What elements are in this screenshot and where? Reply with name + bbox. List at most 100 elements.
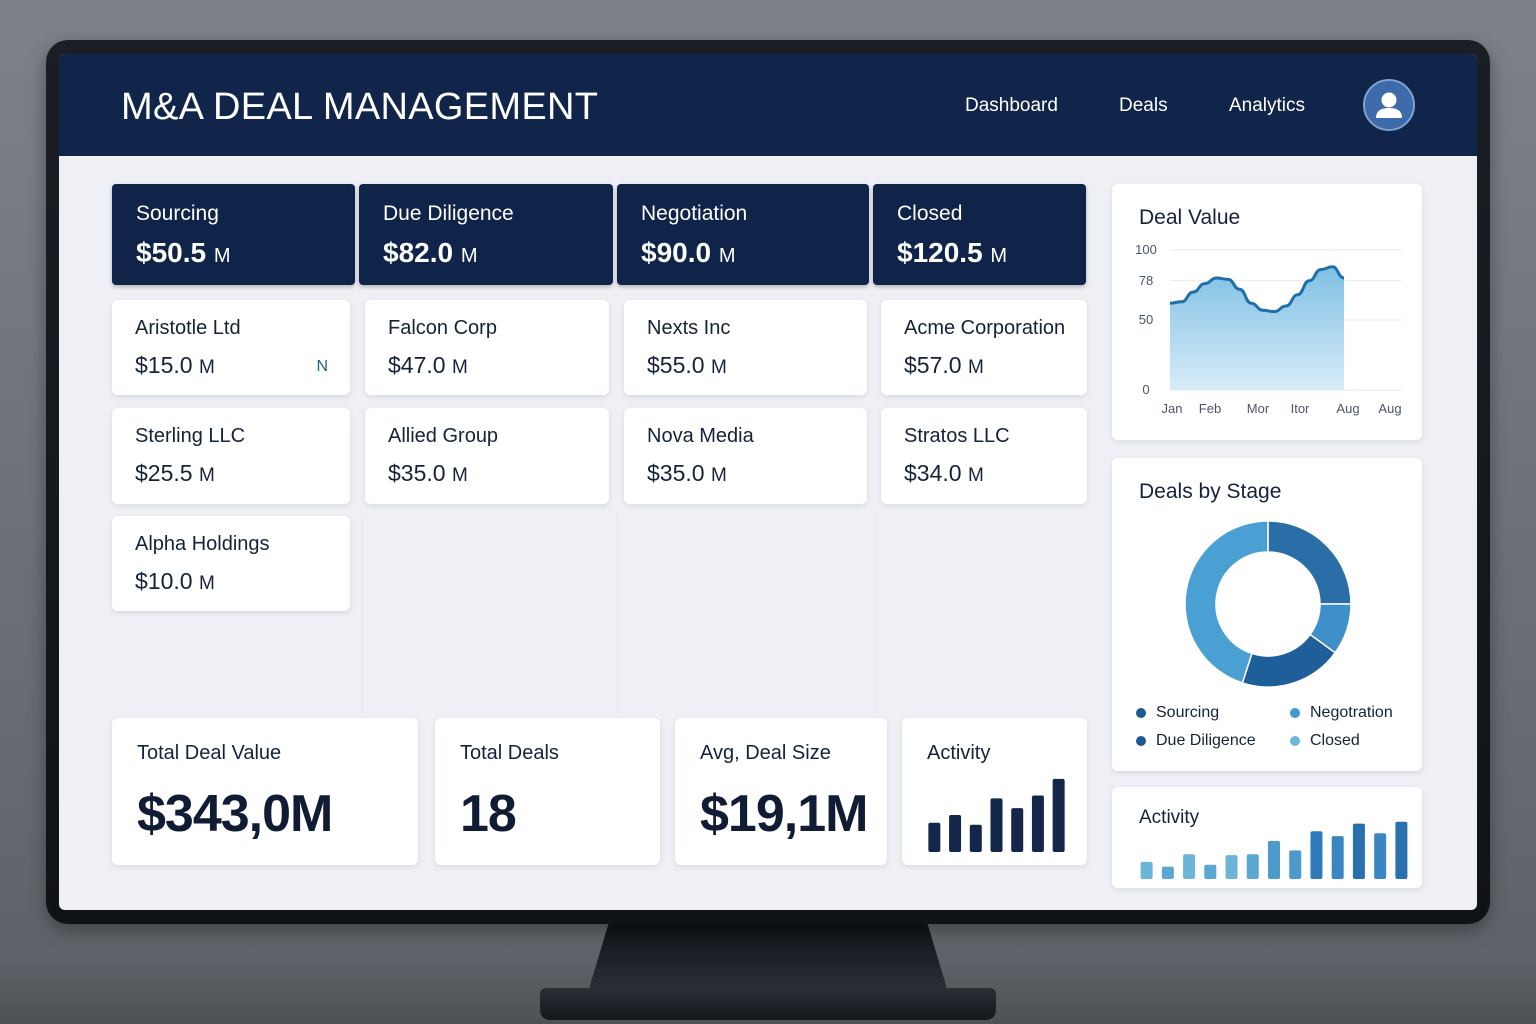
deal-name: Allied Group — [388, 425, 499, 447]
activity-bar — [928, 822, 941, 852]
deals-by-stage-title: Deals by Stage — [1139, 480, 1282, 503]
activity-bar — [969, 824, 982, 852]
activity-bar — [1246, 854, 1259, 879]
deal-card-acme-corporation[interactable]: Acme Corporation $57.0 M — [881, 300, 1087, 395]
deal-name: Nova Media — [647, 425, 754, 447]
deal-card-sterling-llc[interactable]: Sterling LLC $25.5 M — [112, 408, 350, 504]
deal-value: $25.5 M — [135, 460, 215, 486]
kpi-avg-deal-size: Avg, Deal Size $19,1M — [675, 718, 887, 865]
activity-bar — [1031, 795, 1044, 852]
stage-card-sourcing[interactable]: Sourcing $50.5 M — [112, 184, 355, 285]
activity-bar — [990, 798, 1003, 852]
deal-badge: N — [316, 358, 328, 375]
user-avatar[interactable] — [1363, 79, 1415, 131]
x-tick-label: Feb — [1199, 401, 1221, 416]
deal-name: Falcon Corp — [388, 317, 497, 339]
deal-name: Acme Corporation — [904, 317, 1066, 339]
deal-value: $57.0 M — [904, 352, 984, 378]
stage-name: Negotiation — [641, 202, 748, 225]
deal-card-nova-media[interactable]: Nova Media $35.0 M — [624, 408, 867, 504]
kpi-total-deals: Total Deals 18 — [435, 718, 660, 865]
kpi-label: Activity — [927, 742, 991, 764]
y-tick-label: 50 — [1139, 312, 1153, 327]
nav-analytics[interactable]: Analytics — [1229, 95, 1305, 117]
deal-value-title: Deal Value — [1139, 206, 1241, 229]
deal-card-stratos-llc[interactable]: Stratos LLC $34.0 M — [881, 408, 1087, 504]
deal-value-panel: Deal Value 100 78 50 0 Jan Feb Mor Itor Aug Aug — [1112, 184, 1422, 440]
activity-bar — [1204, 864, 1217, 879]
activity-bar — [1374, 833, 1387, 879]
deal-value: $15.0 M — [135, 352, 215, 378]
legend-dot — [1290, 736, 1300, 746]
y-tick-label: 78 — [1139, 273, 1153, 288]
deal-value: $55.0 M — [647, 352, 727, 378]
nav-deals[interactable]: Deals — [1119, 95, 1168, 117]
legend-dot — [1290, 708, 1300, 718]
stage-card-due-diligence[interactable]: Due Diligence $82.0 M — [359, 184, 613, 285]
screen: M&A DEAL MANAGEMENT Dashboard Deals Anal… — [59, 54, 1477, 910]
donut-slice-due-diligence — [1241, 633, 1337, 688]
y-tick-label: 0 — [1142, 382, 1149, 397]
stage-value: $120.5 M — [897, 237, 1008, 268]
stage-value: $50.5 M — [136, 237, 231, 268]
deal-value-area-chart: 100 78 50 0 Jan Feb Mor Itor Aug Aug — [1135, 242, 1402, 416]
column-divider — [362, 514, 363, 714]
x-tick-label: Aug — [1336, 401, 1359, 416]
legend-closed: Closed — [1290, 732, 1360, 750]
deal-value: $35.0 M — [647, 460, 727, 486]
deal-name: Sterling LLC — [135, 425, 246, 447]
deal-value: $10.0 M — [135, 568, 215, 594]
activity-bar — [1310, 831, 1323, 879]
deals-by-stage-panel: Deals by Stage Sourcing Negotration Due … — [1112, 458, 1422, 771]
deal-value: $34.0 M — [904, 460, 984, 486]
deal-name: Alpha Holdings — [135, 533, 270, 555]
kpi-value: 18 — [460, 785, 517, 843]
deal-card-falcon-corp[interactable]: Falcon Corp $47.0 M — [365, 300, 609, 395]
user-icon — [1376, 92, 1402, 118]
nav-dashboard[interactable]: Dashboard — [965, 95, 1058, 117]
deal-value: $35.0 M — [388, 460, 468, 486]
stage-card-closed[interactable]: Closed $120.5 M — [873, 184, 1086, 285]
stage-value: $90.0 M — [641, 237, 736, 268]
activity-bar — [1011, 808, 1024, 852]
monitor-base — [540, 988, 996, 1020]
activity-bar — [1183, 854, 1196, 879]
deals-by-stage-donut — [1184, 520, 1352, 688]
app-title: M&A DEAL MANAGEMENT — [121, 86, 599, 128]
stage-name: Sourcing — [136, 202, 219, 225]
kpi-label: Total Deal Value — [137, 742, 282, 764]
y-tick-label: 100 — [1135, 242, 1157, 257]
column-divider — [617, 514, 618, 714]
stage-name: Due Diligence — [383, 202, 514, 225]
stage-value: $82.0 M — [383, 237, 478, 268]
deal-name: Nexts Inc — [647, 317, 731, 339]
deal-card-nexts-inc[interactable]: Nexts Inc $55.0 M — [624, 300, 867, 395]
stage-card-negotiation[interactable]: Negotiation $90.0 M — [617, 184, 869, 285]
activity-bar — [1161, 866, 1174, 879]
deal-card-aristotle-ltd[interactable]: Aristotle Ltd $15.0 M N — [112, 300, 350, 395]
legend-negotiation: Negotration — [1290, 704, 1393, 722]
legend-dot — [1136, 708, 1146, 718]
deal-name: Stratos LLC — [904, 425, 1010, 447]
x-tick-label: Mor — [1247, 401, 1270, 416]
legend-due-diligence: Due Diligence — [1136, 732, 1256, 750]
deal-value-area — [1170, 266, 1344, 390]
activity-panel: Activity — [1112, 787, 1422, 888]
kpi-activity: Activity — [902, 718, 1087, 865]
activity-bar — [1268, 840, 1280, 879]
kpi-total-deal-value: Total Deal Value $343,0M — [112, 718, 418, 865]
activity-bar — [1331, 836, 1344, 879]
monitor-stand — [588, 920, 948, 992]
activity-bar-chart — [928, 778, 1065, 852]
legend-dot — [1136, 736, 1146, 746]
x-tick-label: Jan — [1162, 401, 1183, 416]
kpi-label: Total Deals — [460, 742, 559, 764]
activity-bar — [1140, 861, 1153, 879]
kpi-label: Avg, Deal Size — [700, 742, 831, 764]
deal-value: $47.0 M — [388, 352, 468, 378]
deal-card-alpha-holdings[interactable]: Alpha Holdings $10.0 M — [112, 516, 350, 611]
deal-card-allied-group[interactable]: Allied Group $35.0 M — [365, 408, 609, 504]
legend-sourcing: Sourcing — [1136, 704, 1219, 722]
stage-name: Closed — [897, 202, 963, 225]
x-tick-label: Itor — [1291, 401, 1310, 416]
